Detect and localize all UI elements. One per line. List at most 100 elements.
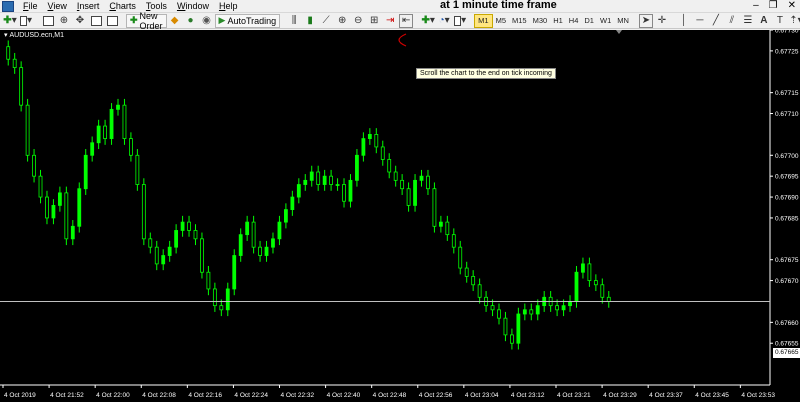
autotrading-button[interactable]: ▶ AutoTrading: [214, 13, 281, 28]
minimize-icon[interactable]: –: [753, 0, 759, 12]
candle-body: [438, 221, 443, 227]
x-tick-label: 4 Oct 23:12: [511, 392, 545, 399]
crosshair-icon[interactable]: ✛: [655, 14, 669, 28]
text-tool-icon[interactable]: A: [757, 14, 771, 28]
new-chart-icon[interactable]: ✚ ▾: [3, 14, 17, 28]
x-tick-label: 4 Oct 22:16: [188, 392, 222, 399]
candle-body: [129, 138, 133, 156]
menu-window[interactable]: Window: [172, 0, 214, 12]
candle-body: [348, 179, 353, 202]
new-order-button[interactable]: ✚ New Order: [126, 11, 167, 31]
candle-body: [200, 238, 204, 273]
candle-body: [135, 154, 140, 185]
restore-icon[interactable]: ❐: [769, 0, 778, 12]
close-icon[interactable]: ✕: [788, 0, 796, 12]
timeframe-h4[interactable]: H4: [566, 14, 582, 28]
candle-body: [355, 154, 359, 181]
cursor-icon[interactable]: ➤: [638, 13, 653, 28]
candle-body: [393, 171, 398, 181]
candlestick-chart[interactable]: 0.67730 0.67725 0.67715 0.67710 0.67700 0.676…: [0, 30, 800, 402]
candlestick-icon[interactable]: ▮: [303, 14, 317, 28]
candle-body: [154, 246, 159, 265]
profiles-icon[interactable]: ▾: [19, 14, 33, 28]
chart-shift-marker[interactable]: [616, 30, 622, 34]
candle-body: [83, 154, 88, 190]
y-tick-label: 0.67690: [775, 195, 799, 202]
y-tick-label: 0.67655: [775, 341, 799, 348]
candle-body: [32, 154, 36, 177]
x-tick-label: 4 Oct 23:37: [649, 392, 683, 399]
timeframe-m5[interactable]: M5: [493, 14, 509, 28]
autoscroll-tooltip: Scroll the chart to the end on tick inco…: [416, 68, 556, 79]
chart-window[interactable]: 0.67730 0.67725 0.67715 0.67710 0.67700 0.676…: [0, 30, 800, 402]
chart-shift-icon[interactable]: ⇤: [399, 13, 414, 28]
arrows-icon[interactable]: ⇡▾: [789, 14, 800, 28]
candle-body: [432, 188, 437, 227]
candle-body: [141, 184, 146, 240]
candle-body: [45, 196, 49, 219]
auto-scroll-icon[interactable]: ⇥: [383, 14, 397, 28]
candle-body: [464, 267, 469, 277]
menu-help[interactable]: Help: [214, 0, 243, 12]
window-controls: – ❐ ✕: [753, 0, 796, 12]
menu-insert[interactable]: Insert: [72, 0, 105, 12]
candle-body: [445, 221, 450, 236]
trendline-icon[interactable]: ╱: [709, 14, 723, 28]
x-tick-label: 4 Oct 22:00: [96, 392, 130, 399]
menu-charts[interactable]: Charts: [104, 0, 141, 12]
candle-body: [380, 146, 385, 160]
signals-icon[interactable]: ●: [184, 14, 198, 28]
equidistant-channel-icon[interactable]: ⫽: [725, 14, 739, 28]
candle-body: [103, 125, 107, 139]
candle-body: [510, 334, 514, 344]
indicators-icon[interactable]: ✚ ▾: [421, 14, 435, 28]
timeframe-w1[interactable]: W1: [597, 14, 614, 28]
timeframe-d1[interactable]: D1: [581, 14, 597, 28]
candle-body: [426, 175, 430, 190]
market-icon[interactable]: ◉: [200, 14, 214, 28]
candle-body: [193, 230, 198, 240]
tile-windows-icon[interactable]: ⊞: [367, 14, 381, 28]
app-icon[interactable]: [2, 0, 14, 12]
candle-body: [96, 125, 101, 144]
bar-chart-icon[interactable]: ⫼: [287, 14, 301, 28]
candle-body: [400, 179, 405, 190]
horizontal-line-icon[interactable]: ─: [693, 14, 707, 28]
candle-body: [458, 246, 463, 269]
zoom-out-icon[interactable]: ⊖: [351, 14, 365, 28]
candle-body: [206, 271, 211, 290]
candle-body: [555, 305, 560, 311]
candle-body: [574, 271, 579, 302]
candle-body: [529, 309, 534, 315]
timeframe-mn[interactable]: MN: [614, 14, 632, 28]
x-tick-label: 4 Oct 2019: [4, 392, 36, 399]
periods-icon[interactable]: ◔ ▾: [437, 14, 451, 28]
line-chart-icon[interactable]: ⟋: [319, 14, 333, 28]
navigator-icon[interactable]: ✥: [73, 14, 87, 28]
symbol-label: ▾ AUDUSD.ecn,M1: [4, 31, 64, 40]
templates-icon[interactable]: ▾: [453, 14, 467, 28]
terminal-icon[interactable]: [89, 14, 103, 28]
candle-body: [587, 263, 592, 281]
timeframe-m30[interactable]: M30: [530, 14, 551, 28]
vertical-line-icon[interactable]: │: [677, 14, 691, 28]
timeframe-h1[interactable]: H1: [550, 14, 566, 28]
zoom-in-icon[interactable]: ⊕: [335, 14, 349, 28]
x-tick-label: 4 Oct 23:21: [557, 392, 591, 399]
candle-body: [309, 171, 314, 181]
candle-body: [477, 284, 482, 298]
candle-body: [606, 296, 611, 302]
candle-body: [516, 313, 521, 344]
candle-body: [6, 46, 11, 60]
strategy-tester-icon[interactable]: [105, 14, 119, 28]
fibonacci-icon[interactable]: ☰: [741, 14, 755, 28]
timeframe-m1[interactable]: M1: [474, 13, 493, 28]
timeframe-m15[interactable]: M15: [509, 14, 530, 28]
dropdown-triangle-icon[interactable]: ▾: [4, 31, 8, 39]
menu-file[interactable]: File: [18, 0, 43, 12]
market-watch-icon[interactable]: [41, 14, 55, 28]
menu-view[interactable]: View: [43, 0, 72, 12]
data-window-icon[interactable]: ⊕: [57, 14, 71, 28]
meta-editor-icon[interactable]: ◆: [168, 14, 182, 28]
label-tool-icon[interactable]: T: [773, 14, 787, 28]
